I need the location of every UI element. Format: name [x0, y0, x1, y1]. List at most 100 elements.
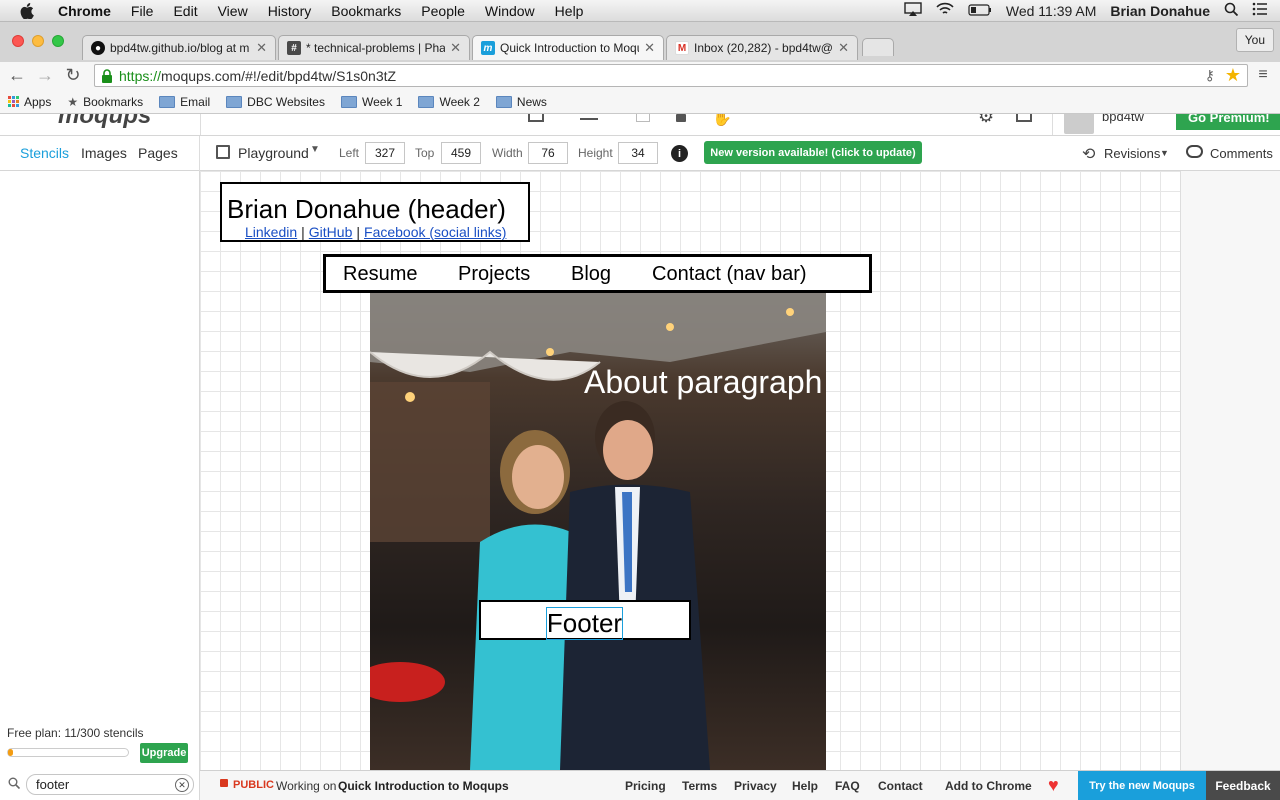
left-input[interactable]: 327: [365, 142, 405, 164]
bookmark-email[interactable]: Email: [159, 95, 210, 109]
footer-link-help[interactable]: Help: [792, 779, 818, 793]
mockup-footer-text-selected[interactable]: Footer: [546, 607, 623, 640]
menu-people[interactable]: People: [411, 3, 475, 19]
tab-close-icon[interactable]: ✕: [256, 40, 267, 56]
spotlight-icon[interactable]: [1224, 2, 1239, 19]
address-bar[interactable]: https:// moqups.com/#!/edit/bpd4tw/S1s0n…: [94, 64, 1248, 87]
mockup-nav-blog[interactable]: Blog: [571, 263, 611, 286]
hand-icon[interactable]: ✋: [712, 114, 732, 128]
bookmark-week-2[interactable]: Week 2: [418, 94, 480, 109]
menu-edit[interactable]: Edit: [163, 3, 207, 19]
menubar-clock[interactable]: Wed 11:39 AM: [1006, 3, 1097, 19]
mockup-link-facebook[interactable]: Facebook (social links): [364, 224, 506, 240]
gear-icon[interactable]: ⚙: [978, 114, 994, 127]
layers-icon[interactable]: [580, 114, 598, 120]
avatar[interactable]: [1064, 114, 1094, 134]
browser-tab[interactable]: M Inbox (20,282) - bpd4tw@ ✕: [666, 35, 858, 60]
info-icon[interactable]: i: [671, 145, 688, 162]
revisions-button[interactable]: Revisions: [1104, 146, 1160, 161]
heart-icon[interactable]: ♥: [1048, 775, 1059, 796]
airplay-icon[interactable]: [904, 2, 922, 19]
align-icon[interactable]: [528, 114, 544, 122]
mockup-nav-projects[interactable]: Projects: [458, 263, 530, 286]
chrome-menu-icon[interactable]: ≡: [1252, 64, 1274, 86]
key-icon[interactable]: ⚷: [1205, 67, 1215, 84]
bookmark-apps[interactable]: Apps: [8, 95, 51, 109]
browser-tab[interactable]: ● bpd4tw.github.io/blog at m ✕: [82, 35, 276, 60]
tab-images[interactable]: Images: [81, 145, 127, 161]
new-tab-button[interactable]: [862, 38, 894, 56]
top-input[interactable]: 459: [441, 142, 481, 164]
tab-close-icon[interactable]: ✕: [450, 40, 461, 56]
mockup-about-paragraph[interactable]: About paragraph: [584, 364, 822, 401]
window-zoom-button[interactable]: [52, 35, 64, 47]
width-input[interactable]: 76: [528, 142, 568, 164]
forward-arrow-icon[interactable]: →: [34, 64, 56, 86]
tab-stencils[interactable]: Stencils: [20, 145, 69, 161]
mockup-link-github[interactable]: GitHub: [309, 224, 353, 240]
browser-tab[interactable]: # * technical-problems | Pha ✕: [278, 35, 470, 60]
footer-link-pricing[interactable]: Pricing: [625, 779, 666, 793]
group-icon[interactable]: [636, 114, 650, 122]
update-banner-button[interactable]: New version available! (click to update): [704, 141, 922, 164]
profile-button[interactable]: You: [1235, 28, 1274, 52]
stencil-search-input[interactable]: footer: [26, 774, 194, 795]
mockup-nav-resume[interactable]: Resume: [343, 263, 417, 286]
go-premium-button[interactable]: Go Premium!: [1176, 114, 1280, 130]
footer-link-faq[interactable]: FAQ: [835, 779, 860, 793]
reload-icon[interactable]: ↻: [62, 64, 84, 86]
try-new-moqups-button[interactable]: Try the new Moqups: [1078, 771, 1206, 800]
tab-close-icon[interactable]: ✕: [838, 40, 849, 56]
menu-window[interactable]: Window: [475, 3, 545, 19]
bookmark-week-1[interactable]: Week 1: [340, 95, 402, 109]
comments-button[interactable]: Comments: [1210, 146, 1273, 161]
apple-icon[interactable]: [20, 2, 36, 19]
menu-app-name[interactable]: Chrome: [48, 3, 121, 19]
battery-icon[interactable]: [968, 3, 992, 19]
upgrade-button[interactable]: Upgrade: [140, 743, 188, 763]
window-minimize-button[interactable]: [32, 35, 44, 47]
menu-file[interactable]: File: [121, 3, 164, 19]
url-path: moqups.com/#!/edit/bpd4tw/S1s0n3tZ: [161, 67, 397, 84]
username[interactable]: bpd4tw: [1102, 114, 1144, 124]
history-icon[interactable]: ⟲: [1082, 144, 1095, 164]
bookmark-label: Week 2: [439, 94, 480, 109]
star-icon[interactable]: ★: [1225, 65, 1241, 86]
tab-pages[interactable]: Pages: [138, 145, 178, 161]
chevron-down-icon[interactable]: ▼: [1160, 148, 1169, 158]
comments-icon[interactable]: [1186, 145, 1203, 158]
feedback-button[interactable]: Feedback: [1206, 771, 1280, 800]
back-arrow-icon[interactable]: ←: [6, 64, 28, 86]
bottom-bar: PUBLIC Working on Quick Introduction to …: [200, 770, 1280, 800]
project-name[interactable]: Quick Introduction to Moqups: [338, 779, 509, 793]
footer-link-add-to-chrome[interactable]: Add to Chrome: [945, 779, 1032, 793]
bookmark-news[interactable]: News: [495, 95, 547, 109]
menu-view[interactable]: View: [208, 3, 258, 19]
moqups-logo[interactable]: moqups: [58, 114, 151, 130]
export-icon[interactable]: [1016, 114, 1032, 122]
footer-link-contact[interactable]: Contact: [878, 779, 923, 793]
browser-tab-active[interactable]: m Quick Introduction to Moqu ✕: [472, 35, 664, 60]
mockup-nav-contact[interactable]: Contact (nav bar): [652, 263, 807, 286]
footer-link-privacy[interactable]: Privacy: [734, 779, 777, 793]
bookmark-bookmarks[interactable]: ★ Bookmarks: [67, 95, 143, 109]
menubar-user[interactable]: Brian Donahue: [1110, 3, 1210, 19]
mockup-link-linkedin[interactable]: Linkedin: [245, 224, 297, 240]
lock-icon[interactable]: [676, 114, 686, 122]
mockup-nav-bar[interactable]: Resume Projects Blog Contact (nav bar): [323, 254, 872, 293]
bookmark-dbc-websites[interactable]: DBC Websites: [226, 95, 325, 109]
page-selector[interactable]: Playground: [238, 145, 309, 161]
clear-search-icon[interactable]: ✕: [175, 778, 189, 792]
mockup-header-box[interactable]: Brian Donahue (header) Linkedin | GitHub…: [220, 182, 530, 242]
menu-bookmarks[interactable]: Bookmarks: [321, 3, 411, 19]
chevron-down-icon[interactable]: ▼: [310, 144, 320, 155]
menu-history[interactable]: History: [258, 3, 322, 19]
menu-help[interactable]: Help: [545, 3, 594, 19]
window-close-button[interactable]: [12, 35, 24, 47]
footer-link-terms[interactable]: Terms: [682, 779, 717, 793]
wifi-icon[interactable]: [936, 2, 954, 19]
notification-center-icon[interactable]: [1252, 2, 1268, 19]
tab-close-icon[interactable]: ✕: [644, 40, 655, 56]
height-input[interactable]: 34: [618, 142, 658, 164]
folder-icon: [495, 95, 512, 108]
